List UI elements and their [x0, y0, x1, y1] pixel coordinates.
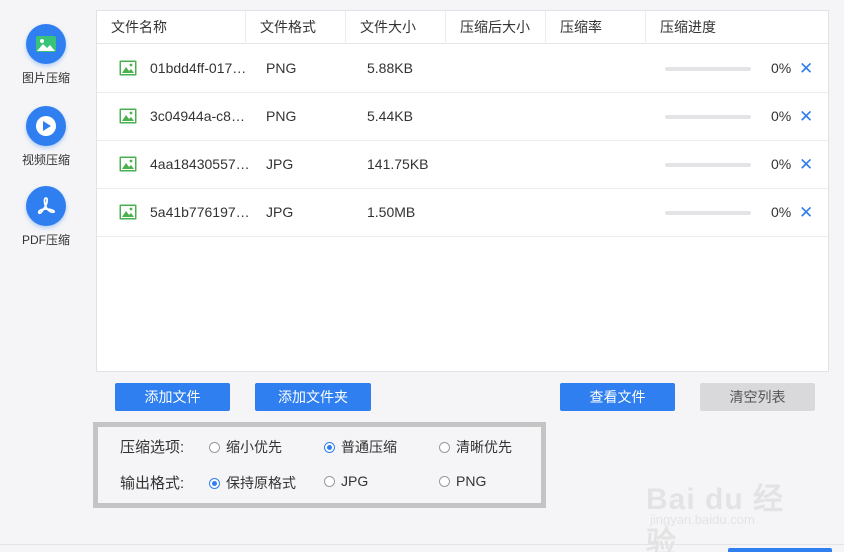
baidu-jingyan-watermark: Bai du 经验 jingyan.baidu.com	[646, 458, 806, 552]
progress-percent: 0%	[771, 204, 792, 220]
output-format-label: 输出格式:	[120, 475, 185, 492]
progress-percent: 0%	[771, 108, 792, 124]
file-size: 1.50MB	[367, 204, 416, 220]
radio-button-selected	[209, 477, 220, 489]
add-file-button[interactable]: 添加文件	[115, 383, 230, 411]
sidebar-item-pdf-compress[interactable]: PDF压缩	[0, 186, 92, 248]
compression-options-panel: 压缩选项: 缩小优先 普通压缩 清晰优先 输出格式: 保持原格式 JPG PNG	[93, 422, 546, 508]
header-compress-ratio: 压缩率	[546, 11, 646, 44]
file-format: JPG	[266, 204, 294, 220]
clear-list-button[interactable]: 清空列表	[700, 383, 815, 411]
image-file-icon	[119, 108, 137, 124]
bottom-accent-bar	[728, 548, 832, 552]
radio-label: 清晰优先	[456, 439, 512, 455]
radio-label: 普通压缩	[341, 439, 397, 455]
file-format: PNG	[266, 108, 297, 124]
radio-png[interactable]: PNG	[439, 473, 486, 489]
image-icon	[26, 24, 66, 64]
image-file-icon	[119, 204, 137, 220]
sidebar-item-label: PDF压缩	[21, 233, 70, 247]
table-row[interactable]: 4aa18430557… JPG 141.75KB 0% ✕	[97, 141, 828, 189]
sidebar-item-image-compress[interactable]: 图片压缩	[0, 24, 92, 86]
progress-percent: 0%	[771, 60, 792, 76]
remove-file-icon[interactable]: ✕	[799, 93, 813, 140]
header-compress-progress: 压缩进度	[660, 19, 716, 35]
radio-button	[324, 475, 335, 487]
file-size: 141.75KB	[367, 156, 429, 172]
remove-file-icon[interactable]: ✕	[799, 45, 813, 92]
file-name: 5a41b776197…	[150, 204, 250, 220]
play-icon	[26, 106, 66, 146]
image-file-icon	[119, 156, 137, 172]
radio-button	[209, 441, 220, 453]
sidebar-item-label: 图片压缩	[21, 71, 70, 85]
file-size: 5.88KB	[367, 60, 413, 76]
file-name: 01bdd4ff-017…	[150, 60, 247, 76]
file-name: 4aa18430557…	[150, 156, 250, 172]
sidebar: 图片压缩 视频压缩 PDF压缩	[0, 0, 92, 552]
radio-button	[439, 475, 450, 487]
radio-label: JPG	[341, 473, 369, 489]
radio-label: PNG	[456, 473, 487, 489]
sidebar-item-label: 视频压缩	[21, 153, 70, 167]
image-file-icon	[119, 60, 137, 76]
progress-percent: 0%	[771, 156, 792, 172]
file-format: JPG	[266, 156, 294, 172]
radio-label: 缩小优先	[226, 439, 282, 455]
progress-bar	[665, 211, 751, 215]
radio-jpg[interactable]: JPG	[324, 473, 368, 489]
table-header: 文件名称 文件格式 文件大小 压缩后大小 压缩率 压缩进度	[97, 11, 828, 44]
progress-bar	[665, 67, 751, 71]
pdf-icon	[26, 186, 66, 226]
header-compressed-size: 压缩后大小	[446, 11, 546, 44]
radio-clarity-first[interactable]: 清晰优先	[439, 437, 512, 457]
file-size: 5.44KB	[367, 108, 413, 124]
file-name: 3c04944a-c8…	[150, 108, 245, 124]
file-table: 文件名称 文件格式 文件大小 压缩后大小 压缩率 压缩进度 01bdd4ff-0…	[96, 10, 829, 372]
header-file-size: 文件大小	[346, 11, 446, 44]
table-row[interactable]: 3c04944a-c8… PNG 5.44KB 0% ✕	[97, 93, 828, 141]
radio-label: 保持原格式	[226, 475, 296, 491]
add-folder-button[interactable]: 添加文件夹	[255, 383, 371, 411]
radio-shrink-first[interactable]: 缩小优先	[209, 437, 282, 457]
table-row[interactable]: 01bdd4ff-017… PNG 5.88KB 0% ✕	[97, 45, 828, 93]
header-file-format: 文件格式	[246, 11, 346, 44]
radio-button-selected	[324, 441, 335, 453]
remove-file-icon[interactable]: ✕	[799, 189, 813, 236]
header-file-name: 文件名称	[97, 11, 246, 44]
radio-normal-compress[interactable]: 普通压缩	[324, 437, 397, 457]
remove-file-icon[interactable]: ✕	[799, 141, 813, 188]
view-files-button[interactable]: 查看文件	[560, 383, 675, 411]
table-row[interactable]: 5a41b776197… JPG 1.50MB 0% ✕	[97, 189, 828, 237]
file-format: PNG	[266, 60, 297, 76]
progress-bar	[665, 163, 751, 167]
radio-keep-format[interactable]: 保持原格式	[209, 473, 296, 493]
bottom-divider	[0, 544, 844, 545]
sidebar-item-video-compress[interactable]: 视频压缩	[0, 106, 92, 168]
watermark-url: jingyan.baidu.com	[650, 512, 755, 527]
progress-bar	[665, 115, 751, 119]
compress-options-label: 压缩选项:	[120, 439, 185, 456]
radio-button	[439, 441, 450, 453]
